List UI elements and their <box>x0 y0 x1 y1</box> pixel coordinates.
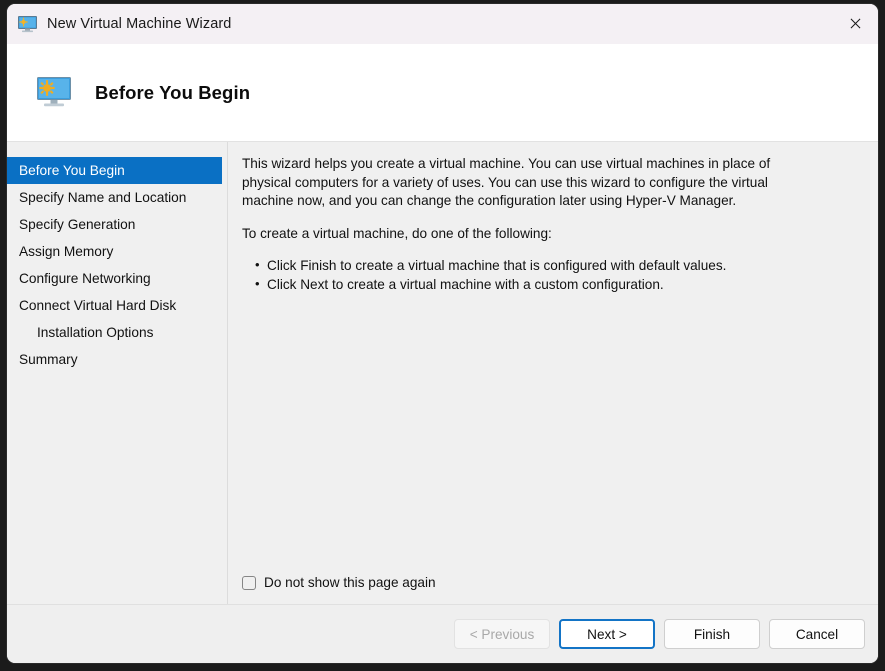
sidebar-item-assign-memory[interactable]: Assign Memory <box>7 238 222 265</box>
window-title: New Virtual Machine Wizard <box>47 16 232 32</box>
sidebar-item-installation-options[interactable]: Installation Options <box>7 319 222 346</box>
sidebar-item-label: Connect Virtual Hard Disk <box>19 298 177 313</box>
wizard-button-bar: < Previous Next > Finish Cancel <box>7 604 878 663</box>
previous-button[interactable]: < Previous <box>454 619 550 649</box>
next-button[interactable]: Next > <box>559 619 655 649</box>
intro-paragraph: This wizard helps you create a virtual m… <box>242 156 771 208</box>
wizard-window: New Virtual Machine Wizard Before You Be… <box>7 4 878 663</box>
do-not-show-again-checkbox[interactable]: Do not show this page again <box>242 575 856 590</box>
sidebar-item-specify-name-and-location[interactable]: Specify Name and Location <box>7 184 222 211</box>
sidebar-item-label: Installation Options <box>37 325 154 340</box>
sidebar-item-label: Specify Generation <box>19 217 136 232</box>
close-icon[interactable] <box>832 4 878 43</box>
sidebar-item-label: Summary <box>19 352 78 367</box>
checkbox-label: Do not show this page again <box>264 575 436 590</box>
wizard-steps-sidebar: Before You Begin Specify Name and Locati… <box>7 142 228 604</box>
title-bar: New Virtual Machine Wizard <box>7 4 878 44</box>
list-item: Click Finish to create a virtual machine… <box>255 256 856 276</box>
virtual-machine-monitor-icon <box>37 77 71 108</box>
sidebar-item-label: Before You Begin <box>19 163 125 178</box>
sidebar-item-summary[interactable]: Summary <box>7 346 222 373</box>
sidebar-item-specify-generation[interactable]: Specify Generation <box>7 211 222 238</box>
action-bullet-list: Click Finish to create a virtual machine… <box>242 256 856 295</box>
wizard-body: Before You Begin Specify Name and Locati… <box>7 142 878 604</box>
sidebar-item-label: Specify Name and Location <box>19 190 187 205</box>
virtual-machine-monitor-icon <box>18 15 37 33</box>
sidebar-item-configure-networking[interactable]: Configure Networking <box>7 265 222 292</box>
finish-button[interactable]: Finish <box>664 619 760 649</box>
sidebar-item-before-you-begin[interactable]: Before You Begin <box>7 157 222 184</box>
instruction-paragraph: To create a virtual machine, do one of t… <box>242 225 552 241</box>
sidebar-item-connect-virtual-hard-disk[interactable]: Connect Virtual Hard Disk <box>7 292 222 319</box>
page-title: Before You Begin <box>95 81 251 103</box>
list-item: Click Next to create a virtual machine w… <box>255 275 856 295</box>
sidebar-item-label: Assign Memory <box>19 244 114 259</box>
wizard-content: This wizard helps you create a virtual m… <box>228 142 878 604</box>
wizard-header: Before You Begin <box>7 44 878 142</box>
sidebar-item-label: Configure Networking <box>19 271 151 286</box>
checkbox-box-icon[interactable] <box>242 575 256 590</box>
cancel-button[interactable]: Cancel <box>769 619 865 649</box>
